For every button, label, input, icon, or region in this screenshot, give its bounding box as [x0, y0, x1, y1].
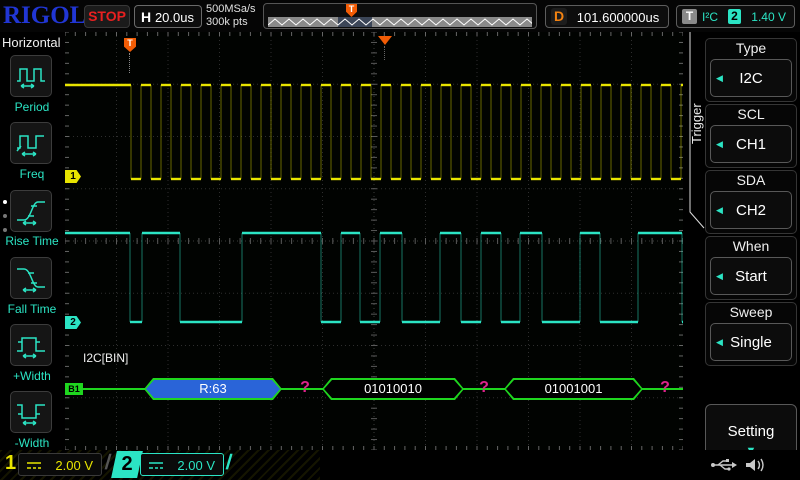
neg-width-icon — [14, 397, 48, 427]
sample-rate: 500MSa/s — [206, 3, 256, 16]
trigger-level-readout: 1.40 V — [751, 10, 786, 24]
measure-freq-button[interactable] — [10, 122, 52, 164]
left-menu-title: Horizontal — [2, 35, 61, 50]
delay-readout-box: D 101.600000us — [545, 5, 669, 28]
memory-depth: 300k pts — [206, 16, 256, 29]
menu-page-dot — [3, 228, 7, 232]
trigger-scl-button[interactable]: ◀ CH1 — [710, 125, 792, 163]
pos-width-icon — [14, 330, 48, 360]
channel-status-bar: 1 2.00 V / 2 2.00 V / — [0, 450, 800, 480]
decode-unknown-marker: ? — [297, 379, 313, 397]
channel1-scale-box[interactable]: 2.00 V — [18, 453, 102, 476]
menu-page-dot — [3, 214, 7, 218]
decode-packet: R:63 — [144, 378, 282, 400]
decode-unknown-marker: ? — [476, 379, 492, 397]
usb-icon — [711, 459, 737, 471]
trigger-source-badge: 2 — [728, 9, 741, 24]
memory-position-preview[interactable]: T — [263, 3, 537, 29]
speaker-icon — [746, 459, 763, 471]
channel1-number[interactable]: 1 — [5, 452, 16, 475]
trigger-menu: Trigger Type ◀ I2C SCL ◀ CH1 SDA ◀ CH2 W… — [683, 32, 800, 450]
measure-neg-width-label: -Width — [0, 436, 64, 450]
trigger-sweep-group: Sweep ◀ Single — [705, 302, 797, 366]
measure-period-label: Period — [0, 100, 64, 114]
oscilloscope-screen: RIGOL STOP H 20.0us 500MSa/s 300k pts T … — [0, 0, 800, 480]
delay-label: D — [551, 8, 567, 25]
horizontal-label: H — [141, 9, 151, 25]
menu-page-dot — [3, 200, 7, 204]
acquisition-info: 500MSa/s 300k pts — [206, 3, 256, 29]
trigger-moment-line — [384, 46, 385, 60]
waveform-display: T 1 2 B1 I2C[BIN] R:63 ? 01010010 ? 0100… — [65, 32, 683, 450]
rise-time-icon — [14, 196, 48, 226]
trigger-when-group: When ◀ Start — [705, 236, 797, 300]
status-icons — [710, 455, 770, 475]
trigger-status-box: T I²C 2 1.40 V — [676, 5, 795, 28]
run-state-badge[interactable]: STOP — [84, 5, 130, 28]
trigger-type-group: Type ◀ I2C — [705, 38, 797, 102]
freq-icon — [14, 128, 48, 158]
bus1-marker[interactable]: B1 — [65, 383, 83, 395]
horizontal-scale-box[interactable]: H 20.0us — [134, 5, 202, 28]
decode-packet: 01001001 — [504, 378, 643, 400]
fall-time-icon — [14, 263, 48, 293]
measure-pos-width-button[interactable] — [10, 324, 52, 366]
channel2-number[interactable]: 2 — [111, 451, 143, 478]
trigger-position-line — [129, 53, 130, 73]
trigger-type-readout: I²C — [702, 10, 718, 24]
trigger-scl-group: SCL ◀ CH1 — [705, 104, 797, 168]
decode-bus-label: I2C[BIN] — [83, 351, 128, 365]
trigger-when-button[interactable]: ◀ Start — [710, 257, 792, 295]
channel2-scale-box[interactable]: 2.00 V — [140, 453, 224, 476]
dc-coupling-icon — [148, 460, 164, 471]
trigger-sda-button[interactable]: ◀ CH2 — [710, 191, 792, 229]
trigger-status-label: T — [682, 9, 697, 24]
rigol-logo: RIGOL — [3, 2, 86, 30]
dc-coupling-icon — [26, 460, 42, 471]
horizontal-measure-menu: Horizontal Period Freq Rise Time — [0, 32, 65, 450]
measure-freq-label: Freq — [0, 167, 64, 181]
delay-value: 101.600000us — [574, 10, 662, 25]
period-icon — [14, 61, 48, 91]
measure-neg-width-button[interactable] — [10, 391, 52, 433]
preview-waveform — [268, 17, 532, 27]
measure-pos-width-label: +Width — [0, 369, 64, 383]
menu-tab-label: Trigger — [689, 54, 704, 194]
horizontal-scale-value: 20.0us — [155, 10, 194, 25]
top-status-bar: RIGOL STOP H 20.0us 500MSa/s 300k pts T … — [0, 0, 800, 32]
measure-rise-time-button[interactable] — [10, 190, 52, 232]
preview-trigger-marker-icon[interactable]: T — [346, 4, 357, 17]
trigger-type-button[interactable]: ◀ I2C — [710, 59, 792, 97]
measure-fall-time-label: Fall Time — [0, 302, 64, 316]
measure-fall-time-button[interactable] — [10, 257, 52, 299]
trigger-moment-icon — [378, 36, 392, 45]
measure-period-button[interactable] — [10, 55, 52, 97]
decode-unknown-marker: ? — [657, 379, 673, 397]
trigger-sda-group: SDA ◀ CH2 — [705, 170, 797, 234]
decode-packet: 01010010 — [322, 378, 464, 400]
measure-rise-time-label: Rise Time — [0, 234, 64, 248]
trigger-sweep-button[interactable]: ◀ Single — [710, 323, 792, 361]
